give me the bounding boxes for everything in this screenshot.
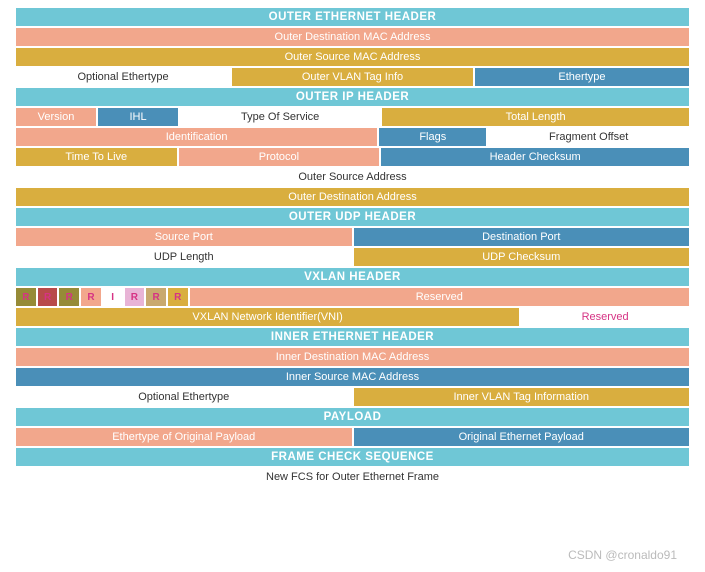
vxlan-flag-2: R xyxy=(59,288,79,306)
field-udp-checksum: UDP Checksum xyxy=(354,248,690,266)
field-ethertype: Ethertype xyxy=(475,68,689,86)
field-udp-len: UDP Length xyxy=(16,248,352,266)
section-payload-title: PAYLOAD xyxy=(16,408,689,426)
vxlan-flag-7: R xyxy=(168,288,188,306)
field-opt-ethertype: Optional Ethertype xyxy=(16,68,230,86)
section-vxlan-title: VXLAN HEADER xyxy=(16,268,689,286)
section-fcs-title: FRAME CHECK SEQUENCE xyxy=(16,448,689,466)
vxlan-flag-1: R xyxy=(38,288,58,306)
field-ihl: IHL xyxy=(98,108,178,126)
field-hdr-checksum: Header Checksum xyxy=(381,148,689,166)
field-outer-src-addr: Outer Source Address xyxy=(16,168,689,186)
field-frag-off: Fragment Offset xyxy=(488,128,689,146)
field-outer-dst-mac: Outer Destination MAC Address xyxy=(16,28,689,46)
field-flags: Flags xyxy=(379,128,486,146)
field-outer-dst-addr: Outer Destination Address xyxy=(16,188,689,206)
watermark: CSDN @cronaldo91 xyxy=(568,548,677,562)
field-inner-opt-ethertype: Optional Ethertype xyxy=(16,388,352,406)
field-inner-vlan: Inner VLAN Tag Information xyxy=(354,388,690,406)
vxlan-flag-i: I xyxy=(103,288,123,306)
field-payload-ethertype: Ethertype of Original Payload xyxy=(16,428,352,446)
section-inner-eth-title: INNER ETHERNET HEADER xyxy=(16,328,689,346)
field-tos: Type Of Service xyxy=(180,108,380,126)
section-outer-udp-title: OUTER UDP HEADER xyxy=(16,208,689,226)
field-src-port: Source Port xyxy=(16,228,352,246)
field-vxlan-reserved2: Reserved xyxy=(521,308,689,326)
section-outer-eth-title: OUTER ETHERNET HEADER xyxy=(16,8,689,26)
vxlan-flag-0: R xyxy=(16,288,36,306)
field-new-fcs: New FCS for Outer Ethernet Frame xyxy=(16,468,689,486)
vxlan-frame-diagram: OUTER ETHERNET HEADER Outer Destination … xyxy=(0,0,705,492)
field-outer-src-mac: Outer Source MAC Address xyxy=(16,48,689,66)
vxlan-flag-3: R xyxy=(81,288,101,306)
field-protocol: Protocol xyxy=(179,148,380,166)
vxlan-flag-5: R xyxy=(125,288,145,306)
field-dst-port: Destination Port xyxy=(354,228,690,246)
field-ttl: Time To Live xyxy=(16,148,177,166)
field-original-payload: Original Ethernet Payload xyxy=(354,428,690,446)
field-inner-src-mac: Inner Source MAC Address xyxy=(16,368,689,386)
field-version: Version xyxy=(16,108,96,126)
field-identification: Identification xyxy=(16,128,377,146)
field-total-len: Total Length xyxy=(382,108,689,126)
field-vni: VXLAN Network Identifier(VNI) xyxy=(16,308,519,326)
field-outer-vlan: Outer VLAN Tag Info xyxy=(232,68,473,86)
section-outer-ip-title: OUTER IP HEADER xyxy=(16,88,689,106)
field-inner-dst-mac: Inner Destination MAC Address xyxy=(16,348,689,366)
field-vxlan-reserved1: Reserved xyxy=(190,288,689,306)
vxlan-flag-6: R xyxy=(146,288,166,306)
